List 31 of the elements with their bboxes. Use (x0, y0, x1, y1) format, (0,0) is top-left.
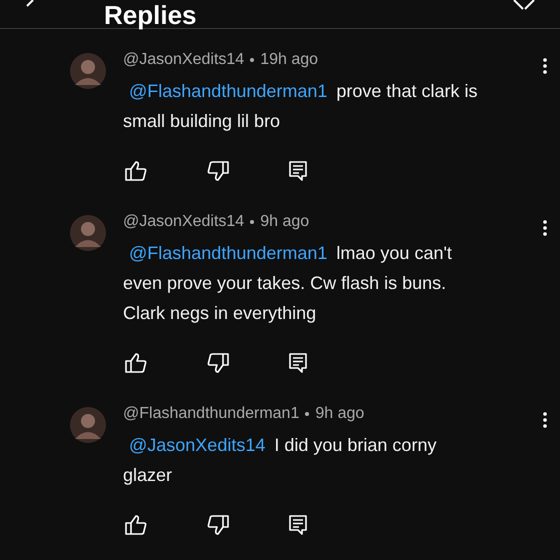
more-icon[interactable] (543, 220, 547, 236)
author-name[interactable]: @Flashandthunderman1 (123, 404, 300, 424)
comment-text: @Flashandthunderman1 prove that clark is small building lil bro (123, 80, 478, 133)
separator-dot (250, 58, 254, 62)
mention-link[interactable]: @Flashandthunderman1 (129, 243, 328, 263)
thumbs-down-icon[interactable] (207, 515, 229, 535)
thumbs-up-icon[interactable] (125, 353, 147, 373)
comment-text: @JasonXedits14 I did you brian corny glazer (123, 434, 438, 487)
mention-link[interactable]: @JasonXedits14 (129, 435, 266, 455)
author-name[interactable]: @JasonXedits14 (123, 50, 244, 70)
thumbs-up-icon[interactable] (125, 515, 147, 535)
mention-link[interactable]: @Flashandthunderman1 (129, 81, 328, 101)
reply-icon[interactable] (289, 515, 307, 535)
comment-time: 9h ago (315, 404, 364, 424)
separator-dot (250, 220, 254, 224)
reply-icon[interactable] (289, 161, 307, 181)
avatar[interactable] (70, 53, 106, 89)
comment-time: 9h ago (260, 212, 310, 232)
avatar[interactable] (70, 215, 106, 251)
comment-time: 19h ago (260, 50, 318, 70)
panel-title: Replies (104, 2, 196, 28)
reply-icon[interactable] (289, 353, 307, 373)
thumbs-down-icon[interactable] (207, 353, 229, 373)
thumbs-down-icon[interactable] (207, 161, 229, 181)
avatar[interactable] (70, 407, 106, 443)
author-name[interactable]: @JasonXedits14 (123, 212, 244, 232)
more-icon[interactable] (543, 412, 547, 428)
separator-dot (305, 412, 310, 416)
comment-text: @Flashandthunderman1 lmao you can't even prove your takes. Cw flash is buns. Clark negs in everything (123, 242, 453, 325)
more-icon[interactable] (543, 58, 547, 74)
thumbs-up-icon[interactable] (125, 161, 147, 181)
